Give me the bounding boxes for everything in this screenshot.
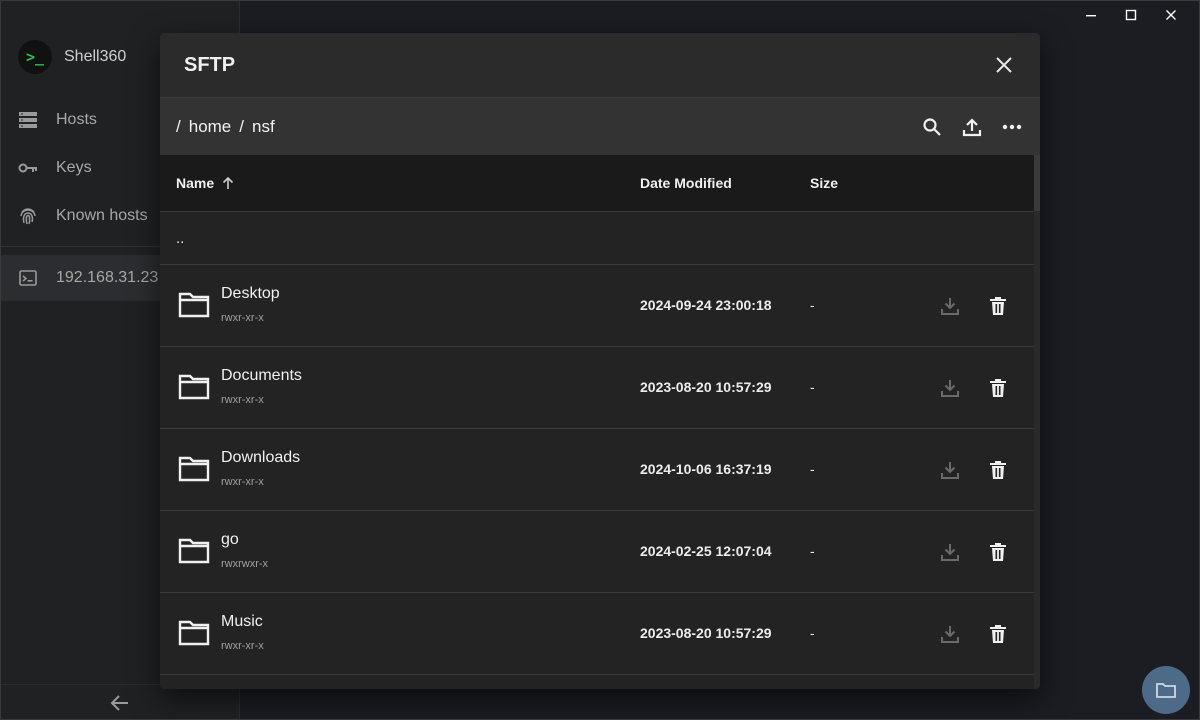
terminal-icon: [18, 268, 38, 288]
sidebar-item-label: Keys: [56, 159, 92, 176]
file-name: Desktop: [221, 285, 280, 302]
download-icon: [939, 377, 961, 399]
column-header-size[interactable]: Size: [810, 175, 838, 191]
parent-directory-label: ..: [176, 229, 185, 247]
more-horizontal-icon: [1002, 124, 1022, 130]
delete-button[interactable]: [987, 623, 1009, 645]
sort-ascending-arrow-icon: [222, 176, 234, 190]
column-header-date-modified[interactable]: Date Modified: [640, 175, 732, 191]
trash-icon: [990, 297, 1006, 315]
breadcrumb-separator: /: [239, 116, 244, 136]
table-row[interactable]: go rwxrwxr-x 2024-02-25 12:07:04 -: [160, 511, 1034, 593]
table-scrollbar[interactable]: [1034, 155, 1040, 689]
collapse-back-arrow-icon[interactable]: [110, 694, 130, 712]
dialog-title: SFTP: [184, 53, 236, 76]
delete-button[interactable]: [987, 295, 1009, 317]
folder-icon: [178, 453, 210, 483]
file-name: Downloads: [221, 449, 301, 466]
download-icon: [939, 295, 961, 317]
download-icon: [939, 623, 961, 645]
file-permissions: rwxr-xr-x: [221, 312, 264, 324]
file-name: Documents: [221, 367, 302, 384]
file-permissions: rwxrwxr-x: [221, 558, 269, 570]
file-date-modified: 2024-09-24 23:00:18: [640, 297, 772, 313]
path-actions: [920, 115, 1024, 139]
trash-icon: [990, 461, 1006, 479]
trash-icon: [990, 379, 1006, 397]
folder-icon: [178, 535, 210, 565]
scrollbar-thumb[interactable]: [1034, 155, 1040, 211]
trash-icon: [990, 543, 1006, 561]
file-size: -: [810, 461, 815, 477]
parent-directory-row[interactable]: ..: [160, 212, 1034, 265]
file-date-modified: 2023-08-20 10:57:29: [640, 379, 772, 395]
folder-icon: [1155, 681, 1177, 699]
path-breadcrumb-bar: / home / nsf: [160, 97, 1040, 155]
delete-button[interactable]: [987, 459, 1009, 481]
fingerprint-icon: [18, 206, 38, 226]
download-icon: [939, 541, 961, 563]
more-options-button[interactable]: [1000, 115, 1024, 139]
file-permissions: rwxr-xr-x: [221, 394, 264, 406]
table-row[interactable]: Desktop rwxr-xr-x 2024-09-24 23:00:18 -: [160, 265, 1034, 347]
window-controls: [1076, 4, 1186, 26]
minimize-button[interactable]: [1076, 4, 1106, 26]
column-header-name[interactable]: Name: [176, 175, 234, 191]
file-name: go: [221, 531, 239, 548]
folder-icon: [178, 371, 210, 401]
download-icon: [939, 459, 961, 481]
table-row[interactable]: Music rwxr-xr-x 2023-08-20 10:57:29 -: [160, 593, 1034, 675]
table-row[interactable]: Downloads rwxr-xr-x 2024-10-06 16:37:19 …: [160, 429, 1034, 511]
sftp-dialog: SFTP / home / nsf Name Date Modified Siz…: [160, 33, 1040, 689]
shell360-logo-icon: >_: [18, 40, 52, 74]
file-size: -: [810, 379, 815, 395]
dialog-header: SFTP: [160, 33, 1040, 97]
file-permissions: rwxr-xr-x: [221, 640, 264, 652]
session-label: 192.168.31.23: [56, 269, 159, 286]
key-icon: [18, 158, 38, 178]
sftp-fab-button[interactable]: [1142, 666, 1190, 714]
window-close-button[interactable]: [1156, 4, 1186, 26]
brand: >_ Shell360: [18, 40, 126, 74]
file-permissions: rwxr-xr-x: [221, 476, 264, 488]
app-name: Shell360: [64, 48, 127, 65]
sidebar-item-label: Hosts: [56, 111, 97, 128]
upload-icon: [962, 117, 982, 137]
maximize-button[interactable]: [1116, 4, 1146, 26]
search-button[interactable]: [920, 115, 944, 139]
table-row[interactable]: Documents rwxr-xr-x 2023-08-20 10:57:29 …: [160, 347, 1034, 429]
column-header-name-label: Name: [176, 175, 215, 191]
breadcrumb-root[interactable]: /: [176, 117, 181, 137]
sidebar-footer: [0, 684, 240, 720]
upload-button[interactable]: [960, 115, 984, 139]
file-size: -: [810, 625, 815, 641]
delete-button[interactable]: [987, 377, 1009, 399]
breadcrumb-item-home[interactable]: home: [189, 117, 232, 137]
file-date-modified: 2023-08-20 10:57:29: [640, 625, 772, 641]
file-size: -: [810, 297, 815, 313]
server-icon: [18, 110, 38, 130]
folder-icon: [178, 617, 210, 647]
sidebar-item-label: Known hosts: [56, 207, 148, 224]
delete-button[interactable]: [987, 541, 1009, 563]
search-icon: [922, 117, 942, 137]
file-date-modified: 2024-10-06 16:37:19: [640, 461, 772, 477]
file-size: -: [810, 543, 815, 559]
dialog-close-button[interactable]: [992, 53, 1016, 77]
folder-icon: [178, 289, 210, 319]
file-table: Name Date Modified Size .. Desktop rwxr-…: [160, 155, 1034, 689]
breadcrumb-item-nsf[interactable]: nsf: [252, 117, 275, 137]
trash-icon: [990, 625, 1006, 643]
file-date-modified: 2024-02-25 12:07:04: [640, 543, 772, 559]
table-header: Name Date Modified Size: [160, 155, 1034, 212]
file-name: Music: [221, 613, 263, 630]
